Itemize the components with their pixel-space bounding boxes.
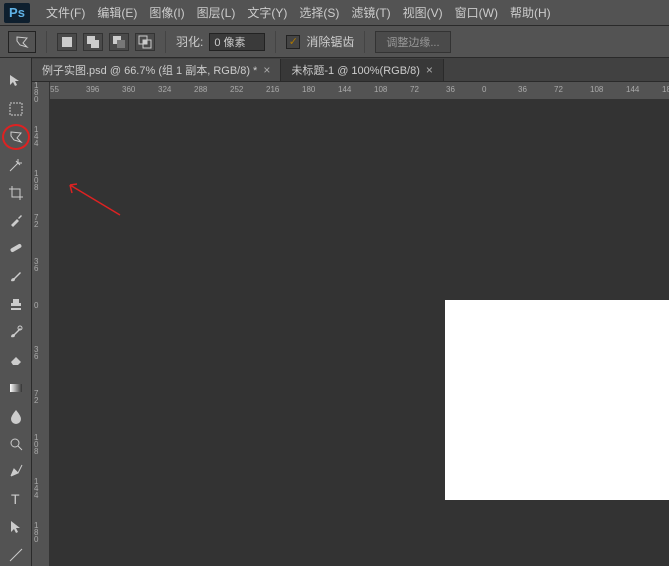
marquee-tool[interactable] bbox=[4, 98, 28, 120]
magic-wand-tool[interactable] bbox=[4, 154, 28, 176]
eyedropper-icon bbox=[8, 212, 24, 228]
crop-icon bbox=[8, 185, 24, 201]
droplet-icon bbox=[8, 408, 24, 424]
canvas-artboard bbox=[445, 300, 669, 500]
menu-help[interactable]: 帮助(H) bbox=[504, 1, 557, 24]
eraser-tool[interactable] bbox=[4, 349, 28, 371]
text-icon: T bbox=[8, 491, 24, 507]
brush-tool[interactable] bbox=[4, 265, 28, 287]
rect-sub-icon bbox=[111, 34, 127, 50]
menu-image[interactable]: 图像(I) bbox=[143, 1, 190, 24]
rect-add-icon bbox=[85, 34, 101, 50]
document-tab-1[interactable]: 未标题-1 @ 100%(RGB/8) × bbox=[281, 59, 444, 81]
separator bbox=[165, 31, 166, 53]
marquee-icon bbox=[8, 101, 24, 117]
vertical-ruler: 180144108723603672108144180 bbox=[32, 82, 50, 566]
antialias-label: 消除锯齿 bbox=[306, 33, 354, 50]
lasso-poly-icon bbox=[14, 34, 30, 50]
antialias-checkbox[interactable]: ✓ bbox=[286, 35, 300, 49]
feather-label: 羽化: bbox=[176, 33, 203, 50]
selection-intersect-button[interactable] bbox=[135, 33, 155, 51]
menu-bar: Ps 文件(F) 编辑(E) 图像(I) 图层(L) 文字(Y) 选择(S) 滤… bbox=[0, 0, 669, 26]
menu-type[interactable]: 文字(Y) bbox=[241, 1, 293, 24]
crop-tool[interactable] bbox=[4, 182, 28, 204]
stamp-icon bbox=[8, 296, 24, 312]
selection-add-button[interactable] bbox=[83, 33, 103, 51]
healing-brush-tool[interactable] bbox=[4, 237, 28, 259]
dodge-tool[interactable] bbox=[4, 433, 28, 455]
rect-icon bbox=[59, 34, 75, 50]
gradient-tool[interactable] bbox=[4, 377, 28, 399]
annotation-arrow bbox=[65, 180, 125, 220]
history-brush-icon bbox=[8, 324, 24, 340]
tab-label: 例子实图.psd @ 66.7% (组 1 副本, RGB/8) * bbox=[42, 62, 257, 78]
options-bar: 羽化: ✓ 消除锯齿 调整边缘... bbox=[0, 26, 669, 58]
line-icon bbox=[8, 547, 24, 563]
feather-input[interactable] bbox=[209, 33, 265, 51]
svg-text:T: T bbox=[11, 491, 20, 507]
brush-icon bbox=[8, 268, 24, 284]
canvas[interactable] bbox=[50, 100, 669, 566]
lasso-poly-icon bbox=[8, 129, 24, 145]
history-brush-tool[interactable] bbox=[4, 321, 28, 343]
document-tab-0[interactable]: 例子实图.psd @ 66.7% (组 1 副本, RGB/8) * × bbox=[32, 59, 281, 81]
pen-icon bbox=[8, 463, 24, 479]
menu-filter[interactable]: 滤镜(T) bbox=[345, 1, 396, 24]
separator bbox=[275, 31, 276, 53]
type-tool[interactable]: T bbox=[4, 488, 28, 510]
path-selection-tool[interactable] bbox=[4, 516, 28, 538]
menu-layer[interactable]: 图层(L) bbox=[191, 1, 242, 24]
tool-preset-picker[interactable] bbox=[8, 31, 36, 53]
selection-new-button[interactable] bbox=[57, 33, 77, 51]
move-tool[interactable] bbox=[4, 70, 28, 92]
workspace: 180144108723603672108144180 553963603242… bbox=[32, 82, 669, 566]
arrow-cursor-icon bbox=[8, 519, 24, 535]
menu-edit[interactable]: 编辑(E) bbox=[91, 1, 143, 24]
line-tool[interactable] bbox=[4, 544, 28, 566]
pen-tool[interactable] bbox=[4, 460, 28, 482]
horizontal-ruler: 5539636032428825221618014410872360367210… bbox=[50, 82, 669, 100]
eyedropper-tool[interactable] bbox=[4, 209, 28, 231]
tool-palette: T bbox=[0, 58, 32, 566]
dodge-icon bbox=[8, 436, 24, 452]
canvas-wrap: 5539636032428825221618014410872360367210… bbox=[50, 82, 669, 566]
separator bbox=[46, 31, 47, 53]
gradient-icon bbox=[8, 380, 24, 396]
menu-window[interactable]: 窗口(W) bbox=[449, 1, 504, 24]
lasso-tool[interactable] bbox=[4, 126, 28, 148]
eraser-icon bbox=[8, 352, 24, 368]
main-area: T 例子实图.psd @ 66.7% (组 1 副本, RGB/8) * × 未… bbox=[0, 58, 669, 566]
menu-file[interactable]: 文件(F) bbox=[40, 1, 91, 24]
ps-logo: Ps bbox=[4, 3, 30, 23]
refine-edge-button[interactable]: 调整边缘... bbox=[375, 31, 450, 53]
move-icon bbox=[8, 73, 24, 89]
menu-select[interactable]: 选择(S) bbox=[293, 1, 345, 24]
menu-view[interactable]: 视图(V) bbox=[397, 1, 449, 24]
selection-subtract-button[interactable] bbox=[109, 33, 129, 51]
bandage-icon bbox=[8, 240, 24, 256]
document-area: 例子实图.psd @ 66.7% (组 1 副本, RGB/8) * × 未标题… bbox=[32, 58, 669, 566]
close-icon[interactable]: × bbox=[263, 63, 270, 77]
wand-icon bbox=[8, 157, 24, 173]
rect-int-icon bbox=[137, 34, 153, 50]
blur-tool[interactable] bbox=[4, 405, 28, 427]
clone-stamp-tool[interactable] bbox=[4, 293, 28, 315]
separator bbox=[364, 31, 365, 53]
close-icon[interactable]: × bbox=[426, 63, 433, 77]
tab-bar: 例子实图.psd @ 66.7% (组 1 副本, RGB/8) * × 未标题… bbox=[32, 58, 669, 82]
tab-label: 未标题-1 @ 100%(RGB/8) bbox=[291, 62, 420, 78]
